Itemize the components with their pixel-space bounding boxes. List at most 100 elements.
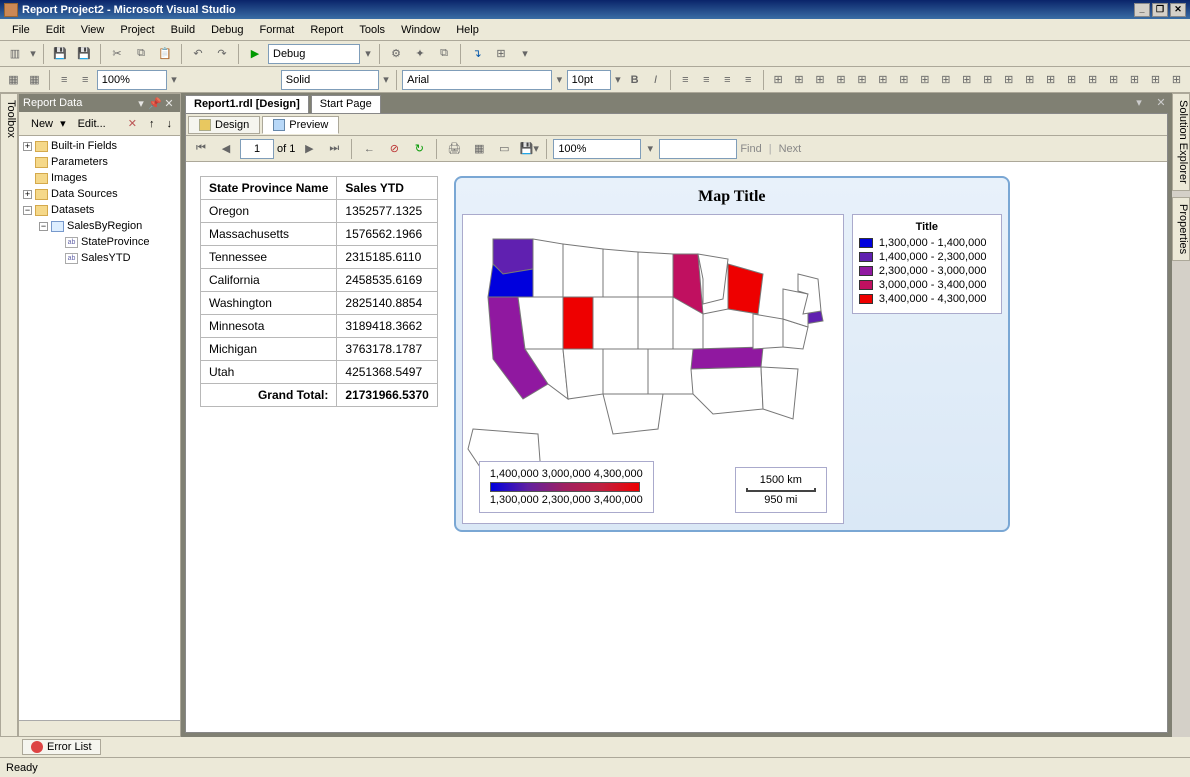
stop-icon[interactable]: ⊘ xyxy=(383,138,405,160)
layout-btn[interactable]: ⊞ xyxy=(957,69,976,91)
print-layout-icon[interactable]: ▦ xyxy=(468,138,490,160)
config-dropdown[interactable]: ▾ xyxy=(362,43,374,65)
config-combo[interactable] xyxy=(268,44,360,64)
print-icon[interactable]: 🖨 xyxy=(443,138,465,160)
layout-btn[interactable]: ⊞ xyxy=(1125,69,1144,91)
paste-button[interactable]: 📋 xyxy=(154,43,176,65)
layout-btn[interactable]: ⊞ xyxy=(894,69,913,91)
menu-project[interactable]: Project xyxy=(112,22,162,38)
tools-button1[interactable]: ⚙ xyxy=(385,43,407,65)
font-combo[interactable] xyxy=(402,70,552,90)
menu-format[interactable]: Format xyxy=(252,22,303,38)
border-style-dropdown[interactable]: ▾ xyxy=(381,69,391,91)
first-page-icon[interactable]: ⏮ xyxy=(190,138,212,160)
layout-btn[interactable]: ⊞ xyxy=(873,69,892,91)
font-size-dropdown[interactable]: ▾ xyxy=(613,69,623,91)
layout-btn[interactable]: ⊞ xyxy=(811,69,830,91)
layout-btn[interactable]: ⊞ xyxy=(1020,69,1039,91)
error-list-tab[interactable]: Error List xyxy=(22,739,101,755)
save-all-button[interactable]: 💾 xyxy=(73,43,95,65)
tabs-close-icon[interactable]: ✕ xyxy=(1150,93,1172,113)
view-tab-design[interactable]: Design xyxy=(188,116,260,134)
start-button[interactable]: ▶ xyxy=(244,43,266,65)
align-grid1[interactable]: ▦ xyxy=(4,69,23,91)
layout-btn[interactable]: ⊞ xyxy=(831,69,850,91)
preview-zoom-dropdown[interactable]: ▾ xyxy=(644,138,656,160)
new-project-button[interactable]: ▥ xyxy=(4,43,26,65)
tree-field1[interactable]: StateProvince xyxy=(81,236,149,248)
copy-button[interactable]: ⧉ xyxy=(130,43,152,65)
prev-page-icon[interactable]: ◀ xyxy=(215,138,237,160)
find-button[interactable]: Find xyxy=(740,143,761,155)
minimize-button[interactable]: _ xyxy=(1134,3,1150,17)
layout-btn[interactable]: ⊞ xyxy=(999,69,1018,91)
last-page-icon[interactable]: ⏭ xyxy=(323,138,345,160)
back-icon[interactable]: ← xyxy=(358,138,380,160)
panel-options-icon[interactable]: ▾ xyxy=(134,97,148,110)
outdent-button[interactable]: ≡ xyxy=(76,69,95,91)
tools-button3[interactable]: ⧉ xyxy=(433,43,455,65)
bold-button[interactable]: B xyxy=(625,69,644,91)
find-input[interactable] xyxy=(659,139,737,159)
tree-dataset[interactable]: SalesByRegion xyxy=(67,220,142,232)
tree-sources[interactable]: Data Sources xyxy=(51,188,118,200)
layout-btn[interactable]: ⊞ xyxy=(1104,69,1123,91)
page-setup-icon[interactable]: ▭ xyxy=(493,138,515,160)
layout-btn[interactable]: ⊞ xyxy=(769,69,788,91)
menu-help[interactable]: Help xyxy=(448,22,487,38)
tree-builtin[interactable]: Built-in Fields xyxy=(51,140,117,152)
tab-startpage[interactable]: Start Page xyxy=(311,95,381,113)
border-style-combo[interactable] xyxy=(281,70,379,90)
menu-view[interactable]: View xyxy=(73,22,113,38)
layout-btn[interactable]: ⊞ xyxy=(915,69,934,91)
view-tab-preview[interactable]: Preview xyxy=(262,116,339,134)
layout-btn[interactable]: ⊞ xyxy=(790,69,809,91)
report-surface[interactable]: State Province NameSales YTD Oregon13525… xyxy=(186,162,1167,732)
layout-btn[interactable]: ⊞ xyxy=(1083,69,1102,91)
menu-window[interactable]: Window xyxy=(393,22,448,38)
save-button[interactable]: 💾 xyxy=(49,43,71,65)
tools-button2[interactable]: ✦ xyxy=(409,43,431,65)
next-page-icon[interactable]: ▶ xyxy=(298,138,320,160)
toolbox-tab[interactable]: Toolbox xyxy=(0,93,18,737)
menu-tools[interactable]: Tools xyxy=(351,22,393,38)
move-up-icon[interactable]: ↑ xyxy=(145,116,159,132)
layout-btn[interactable]: ⊞ xyxy=(1062,69,1081,91)
pin-icon[interactable]: 📌 xyxy=(148,97,162,110)
properties-tab[interactable]: Properties xyxy=(1172,197,1190,261)
delete-icon[interactable]: ✕ xyxy=(124,115,141,132)
tabs-dropdown-icon[interactable]: ▾ xyxy=(1128,93,1150,113)
move-down-icon[interactable]: ↓ xyxy=(163,116,177,132)
justify-button[interactable]: ≡ xyxy=(739,69,758,91)
page-input[interactable] xyxy=(240,139,274,159)
layout-btn[interactable]: ⊞ xyxy=(852,69,871,91)
layout-btn[interactable]: ⊞ xyxy=(1041,69,1060,91)
tree-field2[interactable]: SalesYTD xyxy=(81,252,131,264)
tab-report1[interactable]: Report1.rdl [Design] xyxy=(185,95,309,113)
new-dropdown[interactable]: ▾ xyxy=(28,43,38,65)
registry-button[interactable]: ⊞ xyxy=(490,43,512,65)
layout-btn[interactable]: ⊞ xyxy=(936,69,955,91)
indent-button[interactable]: ≡ xyxy=(55,69,74,91)
close-button[interactable]: ✕ xyxy=(1170,3,1186,17)
align-left-button[interactable]: ≡ xyxy=(676,69,695,91)
cut-button[interactable]: ✂ xyxy=(106,43,128,65)
menu-build[interactable]: Build xyxy=(163,22,203,38)
menu-debug[interactable]: Debug xyxy=(203,22,251,38)
find-next-button[interactable]: Next xyxy=(779,143,802,155)
align-grid2[interactable]: ▦ xyxy=(25,69,44,91)
align-right-button[interactable]: ≡ xyxy=(718,69,737,91)
tree-datasets[interactable]: Datasets xyxy=(51,204,94,216)
maximize-button[interactable]: ❐ xyxy=(1152,3,1168,17)
italic-button[interactable]: I xyxy=(646,69,665,91)
font-dropdown[interactable]: ▾ xyxy=(554,69,564,91)
zoom-combo[interactable] xyxy=(97,70,167,90)
tree-params[interactable]: Parameters xyxy=(51,156,108,168)
menu-edit[interactable]: Edit xyxy=(38,22,73,38)
menu-report[interactable]: Report xyxy=(302,22,351,38)
new-dataset-button[interactable]: New ▾ xyxy=(23,115,70,132)
redo-button[interactable]: ↷ xyxy=(211,43,233,65)
layout-btn[interactable]: ⊞ xyxy=(978,69,997,91)
panel-close-icon[interactable]: ✕ xyxy=(162,97,176,110)
layout-btn[interactable]: ⊞ xyxy=(1167,69,1186,91)
